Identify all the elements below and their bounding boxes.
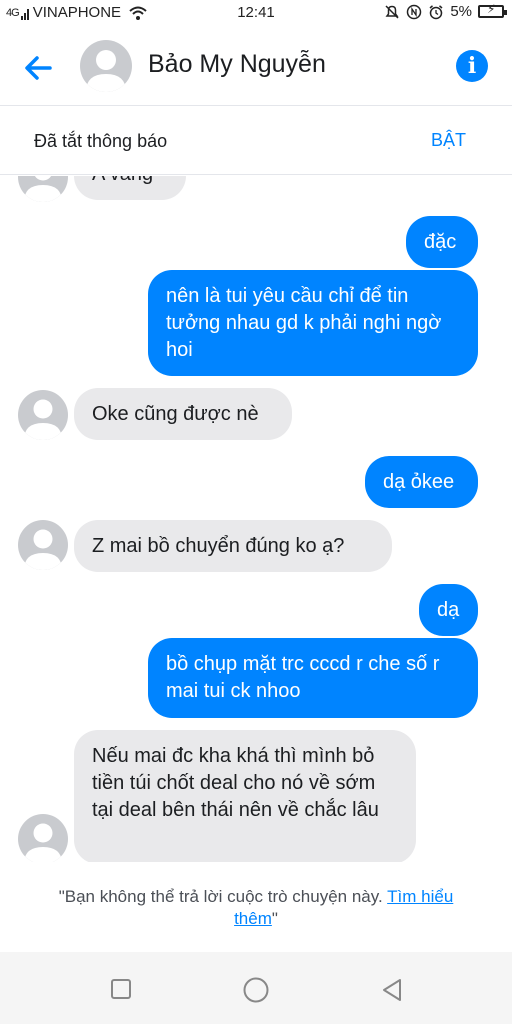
- outgoing-message[interactable]: nên là tui yêu cầu chỉ để tin tưởng nhau…: [148, 270, 478, 376]
- message-thread[interactable]: A vâng đặc nên là tui yêu cầu chỉ để tin…: [0, 176, 512, 862]
- conversation-header: Bảo My Nguyễn i: [0, 26, 512, 106]
- notification-bar: Đã tắt thông báo BẬT: [0, 107, 512, 175]
- contact-avatar[interactable]: [80, 40, 132, 92]
- outgoing-message[interactable]: dạ ỏkee: [365, 456, 478, 508]
- notification-status: Đã tắt thông báo: [34, 131, 168, 151]
- back-triangle-icon[interactable]: [380, 977, 404, 1003]
- alarm-icon: [429, 4, 443, 19]
- home-icon[interactable]: [242, 976, 270, 1004]
- default-avatar-icon: [24, 823, 62, 862]
- default-avatar-icon: [24, 176, 62, 202]
- recent-apps-icon[interactable]: [110, 978, 132, 1000]
- battery-percent: 5%: [450, 3, 472, 20]
- incoming-message[interactable]: Z mai bồ chuyển đúng ko ạ?: [74, 520, 392, 572]
- sender-avatar[interactable]: [18, 390, 68, 440]
- incoming-message[interactable]: A vâng: [74, 176, 186, 200]
- info-icon[interactable]: i: [456, 50, 488, 82]
- notice-end: ": [271, 909, 278, 928]
- sender-avatar[interactable]: [18, 814, 68, 862]
- default-avatar-icon: [86, 50, 126, 92]
- back-arrow-icon[interactable]: [20, 48, 60, 88]
- sender-avatar[interactable]: [18, 176, 68, 202]
- status-right: 5% ⚡: [384, 3, 507, 20]
- mute-bell-icon: [385, 4, 399, 19]
- outgoing-message[interactable]: đặc: [406, 216, 478, 268]
- incoming-message[interactable]: Oke cũng được nè: [74, 388, 292, 440]
- default-avatar-icon: [24, 399, 62, 440]
- contact-name[interactable]: Bảo My Nguyễn: [148, 50, 326, 79]
- outgoing-message[interactable]: dạ: [419, 584, 478, 636]
- cannot-reply-notice: "Bạn không thể trả lời cuộc trò chuyện n…: [0, 862, 512, 952]
- system-navigation-bar: [0, 952, 512, 1024]
- status-bar: 4G VINAPHONE 12:41 5% ⚡: [0, 0, 512, 26]
- incoming-message[interactable]: Nếu mai đc kha khá thì mình bỏ tiền túi …: [74, 730, 416, 862]
- notice-text: "Bạn không thể trả lời cuộc trò chuyện n…: [58, 887, 383, 906]
- default-avatar-icon: [24, 529, 62, 570]
- turn-on-notification-button[interactable]: BẬT: [431, 130, 466, 151]
- battery-icon: ⚡: [478, 3, 507, 18]
- nfc-icon: [407, 4, 422, 19]
- sender-avatar[interactable]: [18, 520, 68, 570]
- outgoing-message[interactable]: bồ chụp mặt trc cccd r che số r mai tui …: [148, 638, 478, 718]
